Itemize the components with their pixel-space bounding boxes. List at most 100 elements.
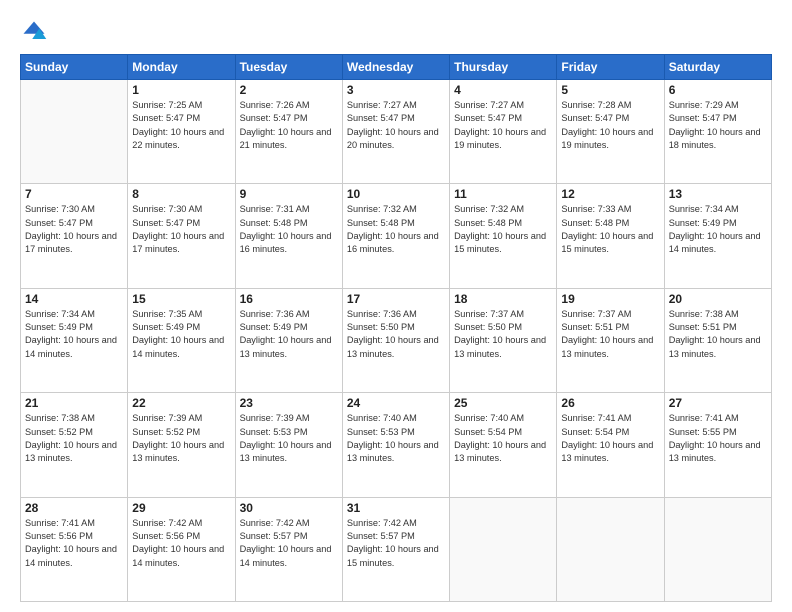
calendar-cell: 6 Sunrise: 7:29 AM Sunset: 5:47 PM Daylig…: [664, 80, 771, 184]
calendar-cell: 7Sunrise: 7:30 AM Sunset: 5:47 PM Daylig…: [21, 184, 128, 288]
day-info: Sunrise: 7:39 AM Sunset: 5:52 PM Dayligh…: [132, 412, 230, 465]
calendar-week-2: 7Sunrise: 7:30 AM Sunset: 5:47 PM Daylig…: [21, 184, 772, 288]
day-number: 13: [669, 187, 767, 201]
calendar-cell: 8Sunrise: 7:30 AM Sunset: 5:47 PM Daylig…: [128, 184, 235, 288]
calendar-cell: 17 Sunrise: 7:36 AM Sunset: 5:50 PM Dayli…: [342, 288, 449, 392]
day-number: 2: [240, 83, 338, 97]
calendar-cell: 27 Sunrise: 7:41 AM Sunset: 5:55 PM Dayli…: [664, 393, 771, 497]
header: [20, 18, 772, 46]
day-info: Sunrise: 7:39 AM Sunset: 5:53 PM Dayligh…: [240, 412, 338, 465]
day-number: 11: [454, 187, 552, 201]
day-number: 15: [132, 292, 230, 306]
day-info: Sunrise: 7:25 AM Sunset: 5:47 PM Dayligh…: [132, 99, 230, 152]
day-number: 24: [347, 396, 445, 410]
day-number: 14: [25, 292, 123, 306]
calendar-cell: [557, 497, 664, 601]
day-info: Sunrise: 7:37 AM Sunset: 5:51 PM Dayligh…: [561, 308, 659, 361]
day-info: Sunrise: 7:34 AM Sunset: 5:49 PM Dayligh…: [25, 308, 123, 361]
day-number: 30: [240, 501, 338, 515]
day-number: 26: [561, 396, 659, 410]
calendar-cell: 3Sunrise: 7:27 AM Sunset: 5:47 PM Daylig…: [342, 80, 449, 184]
calendar-cell: 12 Sunrise: 7:33 AM Sunset: 5:48 PM Dayli…: [557, 184, 664, 288]
calendar-header-monday: Monday: [128, 55, 235, 80]
day-info: Sunrise: 7:42 AM Sunset: 5:57 PM Dayligh…: [240, 517, 338, 570]
day-info: Sunrise: 7:41 AM Sunset: 5:55 PM Dayligh…: [669, 412, 767, 465]
day-info: Sunrise: 7:41 AM Sunset: 5:56 PM Dayligh…: [25, 517, 123, 570]
day-info: Sunrise: 7:27 AM Sunset: 5:47 PM Dayligh…: [347, 99, 445, 152]
day-number: 21: [25, 396, 123, 410]
day-number: 12: [561, 187, 659, 201]
day-info: Sunrise: 7:35 AM Sunset: 5:49 PM Dayligh…: [132, 308, 230, 361]
calendar-cell: 20Sunrise: 7:38 AM Sunset: 5:51 PM Dayli…: [664, 288, 771, 392]
day-info: Sunrise: 7:40 AM Sunset: 5:53 PM Dayligh…: [347, 412, 445, 465]
logo-icon: [20, 18, 48, 46]
calendar-week-3: 14 Sunrise: 7:34 AM Sunset: 5:49 PM Dayli…: [21, 288, 772, 392]
day-number: 16: [240, 292, 338, 306]
calendar-cell: 15 Sunrise: 7:35 AM Sunset: 5:49 PM Dayli…: [128, 288, 235, 392]
day-number: 10: [347, 187, 445, 201]
calendar-cell: 11 Sunrise: 7:32 AM Sunset: 5:48 PM Dayli…: [450, 184, 557, 288]
logo: [20, 18, 52, 46]
day-info: Sunrise: 7:29 AM Sunset: 5:47 PM Dayligh…: [669, 99, 767, 152]
day-info: Sunrise: 7:36 AM Sunset: 5:50 PM Dayligh…: [347, 308, 445, 361]
day-number: 8: [132, 187, 230, 201]
day-number: 19: [561, 292, 659, 306]
calendar-cell: 22 Sunrise: 7:39 AM Sunset: 5:52 PM Dayli…: [128, 393, 235, 497]
calendar-cell: 10Sunrise: 7:32 AM Sunset: 5:48 PM Dayli…: [342, 184, 449, 288]
day-number: 6: [669, 83, 767, 97]
calendar-cell: [21, 80, 128, 184]
day-number: 25: [454, 396, 552, 410]
day-number: 31: [347, 501, 445, 515]
day-info: Sunrise: 7:37 AM Sunset: 5:50 PM Dayligh…: [454, 308, 552, 361]
day-info: Sunrise: 7:42 AM Sunset: 5:57 PM Dayligh…: [347, 517, 445, 570]
day-number: 17: [347, 292, 445, 306]
day-info: Sunrise: 7:28 AM Sunset: 5:47 PM Dayligh…: [561, 99, 659, 152]
day-number: 4: [454, 83, 552, 97]
day-info: Sunrise: 7:26 AM Sunset: 5:47 PM Dayligh…: [240, 99, 338, 152]
calendar-cell: 13 Sunrise: 7:34 AM Sunset: 5:49 PM Dayli…: [664, 184, 771, 288]
calendar-cell: 31 Sunrise: 7:42 AM Sunset: 5:57 PM Dayli…: [342, 497, 449, 601]
calendar-cell: 23 Sunrise: 7:39 AM Sunset: 5:53 PM Dayli…: [235, 393, 342, 497]
day-info: Sunrise: 7:27 AM Sunset: 5:47 PM Dayligh…: [454, 99, 552, 152]
day-number: 27: [669, 396, 767, 410]
calendar-cell: 2 Sunrise: 7:26 AM Sunset: 5:47 PM Daylig…: [235, 80, 342, 184]
calendar-week-5: 28 Sunrise: 7:41 AM Sunset: 5:56 PM Dayli…: [21, 497, 772, 601]
day-info: Sunrise: 7:33 AM Sunset: 5:48 PM Dayligh…: [561, 203, 659, 256]
calendar-cell: 5 Sunrise: 7:28 AM Sunset: 5:47 PM Daylig…: [557, 80, 664, 184]
day-number: 9: [240, 187, 338, 201]
calendar-header-tuesday: Tuesday: [235, 55, 342, 80]
day-info: Sunrise: 7:42 AM Sunset: 5:56 PM Dayligh…: [132, 517, 230, 570]
calendar-cell: 1Sunrise: 7:25 AM Sunset: 5:47 PM Daylig…: [128, 80, 235, 184]
day-number: 18: [454, 292, 552, 306]
day-info: Sunrise: 7:32 AM Sunset: 5:48 PM Dayligh…: [454, 203, 552, 256]
calendar-cell: 4 Sunrise: 7:27 AM Sunset: 5:47 PM Daylig…: [450, 80, 557, 184]
calendar-cell: 21 Sunrise: 7:38 AM Sunset: 5:52 PM Dayli…: [21, 393, 128, 497]
calendar-cell: 24 Sunrise: 7:40 AM Sunset: 5:53 PM Dayli…: [342, 393, 449, 497]
calendar-cell: 26Sunrise: 7:41 AM Sunset: 5:54 PM Dayli…: [557, 393, 664, 497]
day-info: Sunrise: 7:38 AM Sunset: 5:52 PM Dayligh…: [25, 412, 123, 465]
calendar-cell: 14 Sunrise: 7:34 AM Sunset: 5:49 PM Dayli…: [21, 288, 128, 392]
day-number: 5: [561, 83, 659, 97]
calendar-header-saturday: Saturday: [664, 55, 771, 80]
day-number: 23: [240, 396, 338, 410]
calendar-cell: [664, 497, 771, 601]
calendar-cell: 16 Sunrise: 7:36 AM Sunset: 5:49 PM Dayli…: [235, 288, 342, 392]
day-number: 22: [132, 396, 230, 410]
calendar-cell: 28 Sunrise: 7:41 AM Sunset: 5:56 PM Dayli…: [21, 497, 128, 601]
calendar-header-wednesday: Wednesday: [342, 55, 449, 80]
day-info: Sunrise: 7:31 AM Sunset: 5:48 PM Dayligh…: [240, 203, 338, 256]
day-info: Sunrise: 7:36 AM Sunset: 5:49 PM Dayligh…: [240, 308, 338, 361]
calendar-cell: 18 Sunrise: 7:37 AM Sunset: 5:50 PM Dayli…: [450, 288, 557, 392]
calendar-cell: 29Sunrise: 7:42 AM Sunset: 5:56 PM Dayli…: [128, 497, 235, 601]
calendar-header-friday: Friday: [557, 55, 664, 80]
day-number: 28: [25, 501, 123, 515]
calendar-cell: [450, 497, 557, 601]
page: SundayMondayTuesdayWednesdayThursdayFrid…: [0, 0, 792, 612]
calendar-header-thursday: Thursday: [450, 55, 557, 80]
calendar-header-row: SundayMondayTuesdayWednesdayThursdayFrid…: [21, 55, 772, 80]
day-info: Sunrise: 7:34 AM Sunset: 5:49 PM Dayligh…: [669, 203, 767, 256]
day-number: 20: [669, 292, 767, 306]
day-number: 7: [25, 187, 123, 201]
calendar-cell: 9 Sunrise: 7:31 AM Sunset: 5:48 PM Daylig…: [235, 184, 342, 288]
calendar-week-4: 21 Sunrise: 7:38 AM Sunset: 5:52 PM Dayli…: [21, 393, 772, 497]
